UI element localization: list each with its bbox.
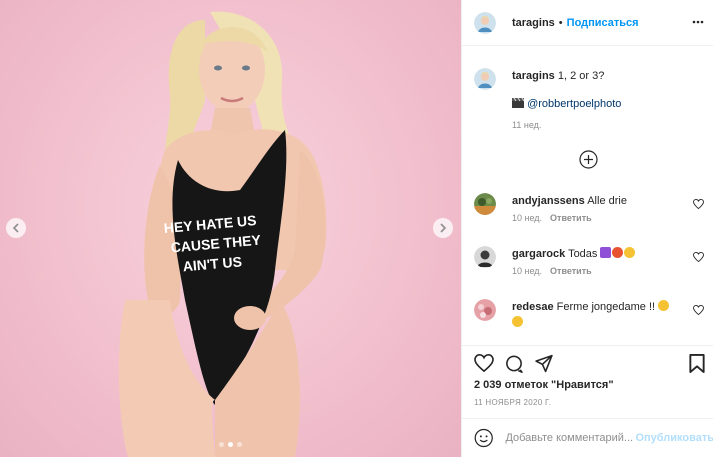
carousel-prev-button[interactable] <box>6 218 26 238</box>
smiley-emoji <box>658 300 670 311</box>
model-illustration: HEY HATE US CAUSE THEY AIN'T US <box>118 11 327 457</box>
header-separator: • <box>558 16 563 29</box>
like-comment-icon[interactable] <box>693 199 704 209</box>
photo-credit-link[interactable]: @robbertpoelphoto <box>527 98 621 110</box>
comment-item: gargarock Todas 10 нед. Ответить <box>474 246 704 276</box>
comment-bubble-icon[interactable] <box>504 354 524 373</box>
more-options-icon[interactable] <box>692 16 704 28</box>
avatar[interactable] <box>474 68 496 90</box>
explosion-emoji <box>612 247 624 258</box>
post-header: taragins • Подписаться <box>462 0 713 46</box>
comment-username[interactable]: andyjanssens <box>512 195 585 207</box>
comment-text: Ferme jongedame !! <box>556 301 656 313</box>
like-comment-icon[interactable] <box>693 305 704 315</box>
emoji-picker-icon[interactable] <box>474 428 493 448</box>
carousel-indicator <box>0 442 461 447</box>
publish-comment-button[interactable]: Опубликовать <box>635 432 713 444</box>
share-paper-plane-icon[interactable] <box>534 354 554 373</box>
post-photo[interactable]: HEY HATE US CAUSE THEY AIN'T US <box>0 0 461 457</box>
like-heart-icon[interactable] <box>474 354 494 372</box>
purple-heart-emoji <box>600 247 612 258</box>
smiley-emoji <box>512 316 523 327</box>
header-username[interactable]: taragins <box>512 17 555 29</box>
load-more-comments-button[interactable] <box>579 150 598 172</box>
post-caption: taragins 1, 2 or 3? @robbertpoelphoto 11… <box>474 68 704 130</box>
caption-time[interactable]: 11 нед. <box>512 120 541 130</box>
plus-circle-icon <box>579 150 598 169</box>
carousel-dot[interactable] <box>219 442 224 447</box>
save-bookmark-icon[interactable] <box>689 354 705 373</box>
avatar[interactable] <box>474 11 496 34</box>
add-comment-form: Опубликовать <box>462 418 713 457</box>
reply-button[interactable]: Ответить <box>550 213 592 223</box>
like-comment-icon[interactable] <box>693 252 704 262</box>
avatar[interactable] <box>474 299 496 321</box>
clapping-hands-emoji <box>624 247 636 258</box>
clapperboard-icon <box>512 97 525 108</box>
comment-item: andyjanssens Alle drie 10 нед. Ответить <box>474 193 704 223</box>
comment-time[interactable]: 10 нед. <box>512 266 542 276</box>
comment-input[interactable] <box>505 432 634 444</box>
caption-text: 1, 2 or 3? <box>557 70 605 82</box>
comment-item: redesae Ferme jongedame !! <box>474 299 704 331</box>
comment-time[interactable]: 10 нед. <box>512 213 542 223</box>
comment-username[interactable]: gargarock <box>512 248 565 260</box>
carousel-dot-active[interactable] <box>228 442 233 447</box>
comment-username[interactable]: redesae <box>512 301 554 313</box>
comment-text: Todas <box>568 248 598 260</box>
carousel-dot[interactable] <box>237 442 242 447</box>
post-date[interactable]: 11 НОЯБРЯ 2020 Г. <box>474 398 551 407</box>
likes-count[interactable]: 2 039 отметок "Нравится" <box>474 379 614 391</box>
caption-username[interactable]: taragins <box>512 70 555 82</box>
reply-button[interactable]: Ответить <box>550 266 592 276</box>
chevron-right-icon <box>440 223 447 233</box>
avatar[interactable] <box>474 246 496 268</box>
post-side-panel: taragins • Подписаться taragins 1, 2 or … <box>461 0 713 457</box>
chevron-left-icon <box>12 223 19 233</box>
avatar[interactable] <box>474 193 496 215</box>
follow-button[interactable]: Подписаться <box>567 17 639 29</box>
comment-text: Alle drie <box>587 195 627 207</box>
carousel-next-button[interactable] <box>433 218 453 238</box>
